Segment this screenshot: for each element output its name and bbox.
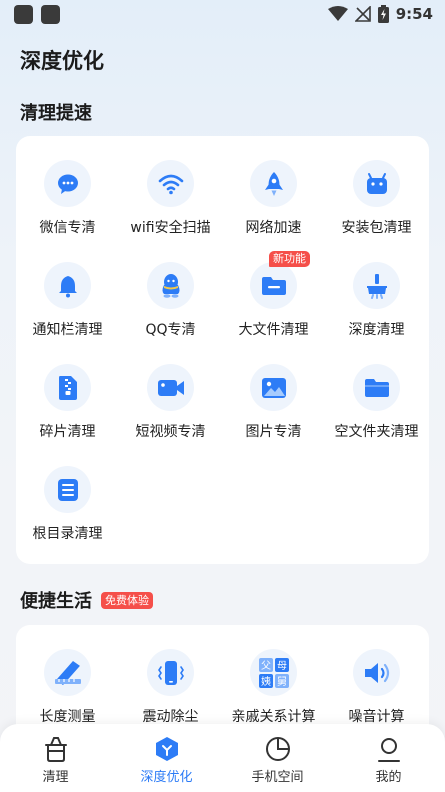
wifi-signal-icon — [327, 6, 348, 21]
video-icon — [147, 364, 194, 411]
grid-item-android[interactable]: 安装包清理 — [325, 160, 428, 250]
cleanup-card: 微信专清 wifi安全扫描 网络加速 安装包清理 通知栏清理 QQ专清 新功能 大文件清理 深度… — [16, 136, 429, 564]
section-title-cleanup: 清理提速 — [20, 103, 92, 124]
notification-icon — [14, 5, 33, 24]
pie-clock-icon — [264, 735, 291, 762]
grid-item-folder[interactable]: 新功能大文件清理 — [222, 251, 325, 352]
grid-item-root-list[interactable]: 根目录清理 — [16, 466, 119, 556]
grid-item-rocket[interactable]: 网络加速 — [222, 160, 325, 250]
grid-item-label: 微信专清 — [39, 220, 96, 236]
wechat-icon — [44, 160, 91, 207]
nav-label: 我的 — [375, 770, 402, 785]
grid-item-label: 亲戚关系计算 — [231, 709, 316, 725]
grid-item-label: 短视频专清 — [135, 424, 206, 440]
grid-item-label: 碎片清理 — [39, 424, 96, 440]
empty-folder-icon — [353, 364, 400, 411]
grid-item-label: 深度清理 — [348, 322, 405, 338]
user-icon — [375, 735, 402, 762]
rocket-icon — [250, 160, 297, 207]
bottom-nav: 清理 深度优化 手机空间 我的 — [0, 724, 445, 792]
svg-text:姨: 姨 — [261, 675, 271, 688]
grid-item-label: 网络加速 — [245, 220, 302, 236]
speaker-icon — [353, 649, 400, 696]
svg-text:舅: 舅 — [277, 676, 287, 688]
grid-item-qq[interactable]: QQ专清 — [119, 262, 222, 352]
grid-item-label: 通知栏清理 — [32, 322, 103, 338]
vibrate-phone-icon — [147, 649, 194, 696]
android-icon — [353, 160, 400, 207]
image-icon — [250, 364, 297, 411]
grid-item-label: 安装包清理 — [341, 220, 412, 236]
grid-item-zip-file[interactable]: 碎片清理 — [16, 364, 119, 454]
optimize-icon — [153, 735, 180, 762]
grid-item-label: 长度测量 — [39, 709, 96, 725]
grid-item-label: QQ专清 — [145, 322, 196, 338]
section-title-life: 便捷生活 — [20, 591, 92, 612]
nav-item-optimize[interactable]: 深度优化 — [111, 724, 222, 792]
grid-item-label: wifi安全扫描 — [130, 220, 211, 236]
folder-icon — [250, 262, 297, 309]
grid-item-empty-folder[interactable]: 空文件夹清理 — [325, 364, 428, 454]
grid-item-image[interactable]: 图片专清 — [222, 364, 325, 454]
nav-label: 清理 — [42, 770, 69, 785]
grid-item-label: 噪音计算 — [348, 709, 405, 725]
wifi-icon — [147, 160, 194, 207]
new-feature-badge: 新功能 — [269, 251, 310, 267]
grid-item-label: 震动除尘 — [142, 709, 199, 725]
cellular-icon — [354, 6, 371, 22]
grid-item-label: 根目录清理 — [32, 526, 103, 542]
page-title: 深度优化 — [20, 49, 104, 73]
root-list-icon — [44, 466, 91, 513]
broom-icon — [353, 262, 400, 309]
grid-item-video[interactable]: 短视频专清 — [119, 364, 222, 454]
grid-item-wifi[interactable]: wifi安全扫描 — [119, 160, 222, 250]
nav-item-trash[interactable]: 清理 — [0, 724, 111, 792]
bell-icon — [44, 262, 91, 309]
svg-text:父: 父 — [261, 660, 271, 672]
qq-icon — [147, 262, 194, 309]
nav-label: 手机空间 — [251, 770, 304, 785]
grid-item-label: 空文件夹清理 — [334, 424, 419, 440]
svg-text:母: 母 — [277, 660, 287, 672]
grid-item-label: 图片专清 — [245, 424, 302, 440]
ruler-icon — [44, 649, 91, 696]
battery-icon — [377, 5, 389, 23]
grid-item-bell[interactable]: 通知栏清理 — [16, 262, 119, 352]
grid-item-broom[interactable]: 深度清理 — [325, 262, 428, 352]
nav-item-pie-clock[interactable]: 手机空间 — [222, 724, 333, 792]
grid-item-label: 大文件清理 — [238, 322, 309, 338]
free-trial-badge: 免费体验 — [101, 592, 153, 609]
status-time: 9:54 — [395, 5, 433, 23]
relative-calc-icon: 父母姨舅 — [250, 649, 297, 696]
nav-label: 深度优化 — [140, 770, 193, 785]
trash-icon — [42, 735, 69, 762]
status-bar: 9:54 — [0, 0, 445, 32]
zip-file-icon — [44, 364, 91, 411]
notification-icon — [41, 5, 60, 24]
nav-item-user[interactable]: 我的 — [333, 724, 444, 792]
grid-item-wechat[interactable]: 微信专清 — [16, 160, 119, 250]
